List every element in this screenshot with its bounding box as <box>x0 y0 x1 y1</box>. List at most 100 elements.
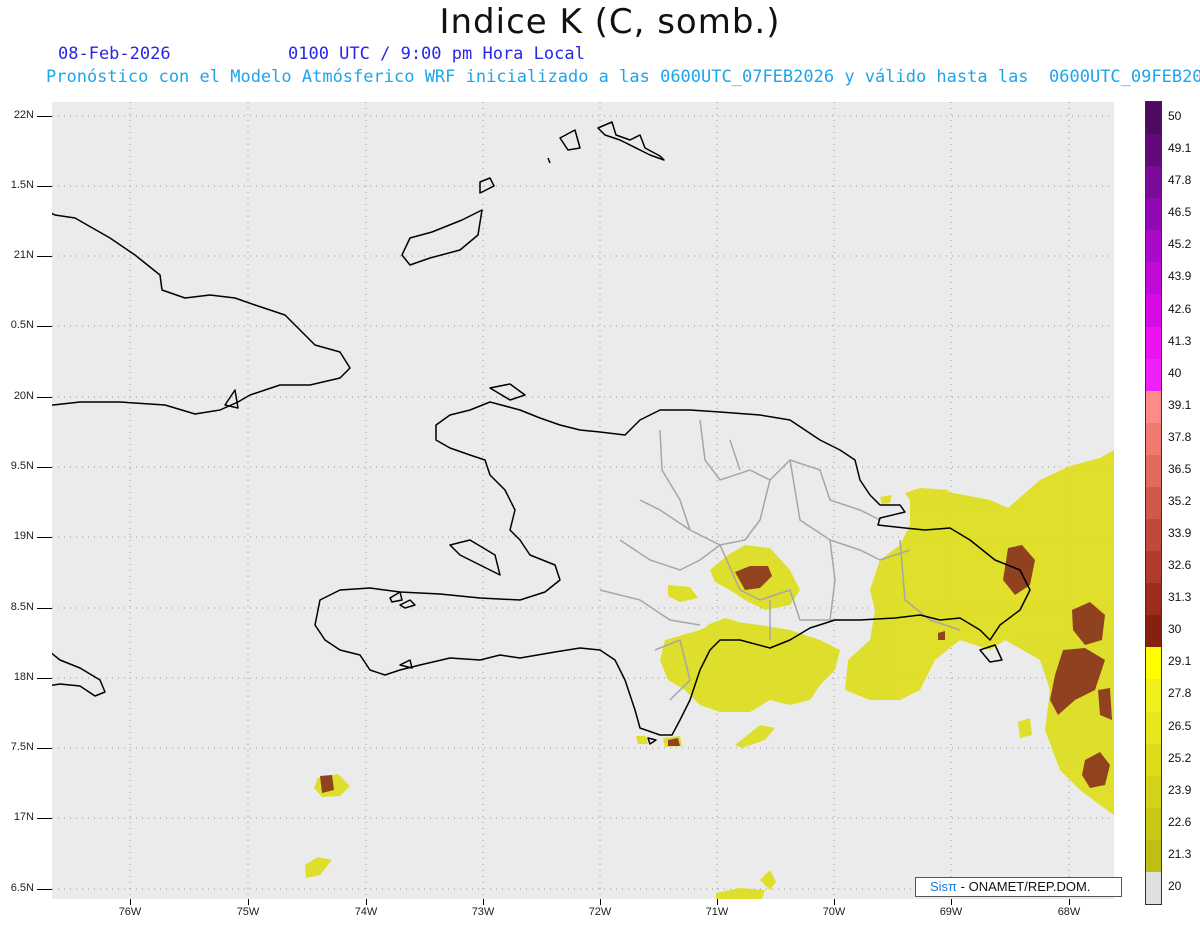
colorbar-segment <box>1146 551 1161 584</box>
colorbar-segment <box>1146 711 1161 745</box>
colorbar-label: 39.1 <box>1168 397 1192 412</box>
colorbar-label: 36.5 <box>1168 461 1192 476</box>
colorbar-segment <box>1146 583 1161 616</box>
lat-label: 17N <box>13 811 34 823</box>
lat-tick <box>37 256 52 257</box>
lat-label: 9.5N <box>10 460 34 472</box>
lon-tick <box>366 899 367 905</box>
colorbar-segment <box>1146 647 1161 680</box>
colorbar-segment <box>1146 294 1161 328</box>
colorbar-label: 30 <box>1168 622 1182 637</box>
colorbar-label: 23.9 <box>1168 782 1192 797</box>
colorbar-segment <box>1146 871 1161 905</box>
lon-label: 73W <box>471 906 495 918</box>
lat-label: 20N <box>13 390 34 402</box>
map-canvas <box>52 102 1114 899</box>
lat-label: 21N <box>13 249 34 261</box>
lat-tick <box>37 186 52 187</box>
lat-tick <box>37 116 52 117</box>
colorbar-label: 49.1 <box>1168 141 1192 156</box>
colorbar-segment <box>1146 326 1161 360</box>
lat-tick <box>37 608 52 609</box>
lat-tick <box>37 467 52 468</box>
colorbar-label: 31.3 <box>1168 590 1192 605</box>
model-info: Pronóstico con el Modelo Atmósferico WRF… <box>46 67 1200 87</box>
colorbar-label: 32.6 <box>1168 558 1192 573</box>
colorbar <box>1145 101 1162 905</box>
colorbar-label: 26.5 <box>1168 718 1192 733</box>
lon-tick <box>717 899 718 905</box>
colorbar-segment <box>1146 358 1161 392</box>
lon-label: 68W <box>1057 906 1081 918</box>
lat-label: 19N <box>13 530 34 542</box>
lon-label: 69W <box>939 906 963 918</box>
map-title: Indice K (C, somb.) <box>439 2 781 42</box>
lat-label: 7.5N <box>10 741 34 753</box>
colorbar-segment <box>1146 134 1161 167</box>
colorbar-segment <box>1146 230 1161 263</box>
lon-label: 76W <box>118 906 142 918</box>
k-index-yellow-areas <box>305 450 1114 899</box>
lat-label: 0.5N <box>10 319 34 331</box>
forecast-time: 0100 UTC / 9:00 pm Hora Local <box>288 44 585 64</box>
colorbar-segment <box>1146 519 1161 552</box>
lon-label: 75W <box>236 906 260 918</box>
colorbar-label: 22.6 <box>1168 814 1192 829</box>
lat-tick <box>37 326 52 327</box>
lon-tick <box>130 899 131 905</box>
colorbar-label: 40 <box>1168 365 1182 380</box>
colorbar-label: 42.6 <box>1168 301 1192 316</box>
lon-label: 74W <box>354 906 378 918</box>
lat-label: 6.5N <box>10 882 34 894</box>
colorbar-label: 43.9 <box>1168 269 1192 284</box>
colorbar-segment <box>1146 615 1161 648</box>
lon-tick <box>1069 899 1070 905</box>
colorbar-label: 21.3 <box>1168 846 1192 861</box>
colorbar-label: 35.2 <box>1168 494 1192 508</box>
colorbar-segment <box>1146 807 1161 841</box>
lat-tick <box>37 678 52 679</box>
lat-tick <box>37 397 52 398</box>
lat-tick <box>37 889 52 890</box>
colorbar-label: 27.8 <box>1168 686 1192 701</box>
colorbar-label: 25.2 <box>1168 750 1192 765</box>
colorbar-label: 45.2 <box>1168 237 1192 252</box>
lat-label: 8.5N <box>10 601 34 613</box>
lat-tick <box>37 748 52 749</box>
credit-text: - ONAMET/REP.DOM. <box>960 879 1091 894</box>
lon-label: 72W <box>588 906 612 918</box>
lon-tick <box>834 899 835 905</box>
colorbar-segment <box>1146 486 1161 520</box>
colorbar-segment <box>1146 262 1161 295</box>
lon-label: 70W <box>822 906 846 918</box>
lat-tick <box>37 818 52 819</box>
colorbar-label: 47.8 <box>1168 173 1192 188</box>
credit-box: Sisπ - ONAMET/REP.DOM. <box>915 877 1122 897</box>
lon-tick <box>248 899 249 905</box>
map-panel[interactable] <box>52 102 1114 899</box>
colorbar-segment <box>1146 679 1161 713</box>
colorbar-segment <box>1146 422 1161 456</box>
brand-logo: Sisπ <box>930 879 958 894</box>
lon-label: 71W <box>705 906 729 918</box>
colorbar-segment <box>1146 166 1161 199</box>
colorbar-label: 37.8 <box>1168 429 1192 444</box>
colorbar-segment <box>1146 743 1161 777</box>
forecast-date: 08-Feb-2026 <box>58 44 171 64</box>
colorbar-segment <box>1146 775 1161 809</box>
colorbar-segment <box>1146 198 1161 231</box>
colorbar-segment <box>1146 454 1161 488</box>
colorbar-label: 20 <box>1168 878 1182 893</box>
colorbar-label: 50 <box>1168 109 1182 124</box>
colorbar-label: 29.1 <box>1168 654 1192 669</box>
lon-tick <box>483 899 484 905</box>
colorbar-segment <box>1146 839 1161 873</box>
colorbar-segment <box>1146 102 1161 135</box>
lon-tick <box>951 899 952 905</box>
colorbar-label: 46.5 <box>1168 205 1192 220</box>
lat-label: 22N <box>13 109 34 121</box>
lat-tick <box>37 537 52 538</box>
colorbar-segment <box>1146 390 1161 424</box>
lat-label: 1.5N <box>10 179 34 191</box>
colorbar-label: 41.3 <box>1168 333 1192 348</box>
